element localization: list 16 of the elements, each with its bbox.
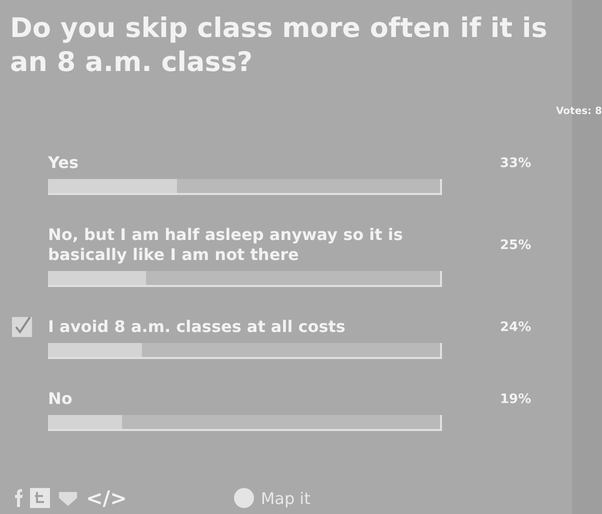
vote-count: Votes: 8	[554, 106, 602, 117]
option-label: I avoid 8 a.m. classes at all costs	[48, 317, 346, 337]
option-percent: 33%	[500, 156, 532, 170]
option-percent: 19%	[500, 392, 532, 406]
globe-icon[interactable]	[232, 487, 255, 509]
twitter-icon[interactable]	[30, 488, 50, 508]
option-label: Yes	[48, 153, 80, 173]
poll-question: Do you skip class more often if it is an 8 a.m. class?	[10, 12, 548, 80]
option-label: No	[48, 389, 74, 409]
facebook-icon[interactable]	[14, 489, 24, 507]
embed-link[interactable]: </>	[86, 486, 127, 510]
checkbox[interactable]	[12, 317, 32, 337]
option-percent: 24%	[500, 320, 532, 334]
option-percent: 25%	[500, 238, 532, 252]
option-label: No, but I am half asleep anyway so it is basically like I am not there	[48, 225, 404, 265]
map-link[interactable]: Map it	[260, 488, 310, 508]
